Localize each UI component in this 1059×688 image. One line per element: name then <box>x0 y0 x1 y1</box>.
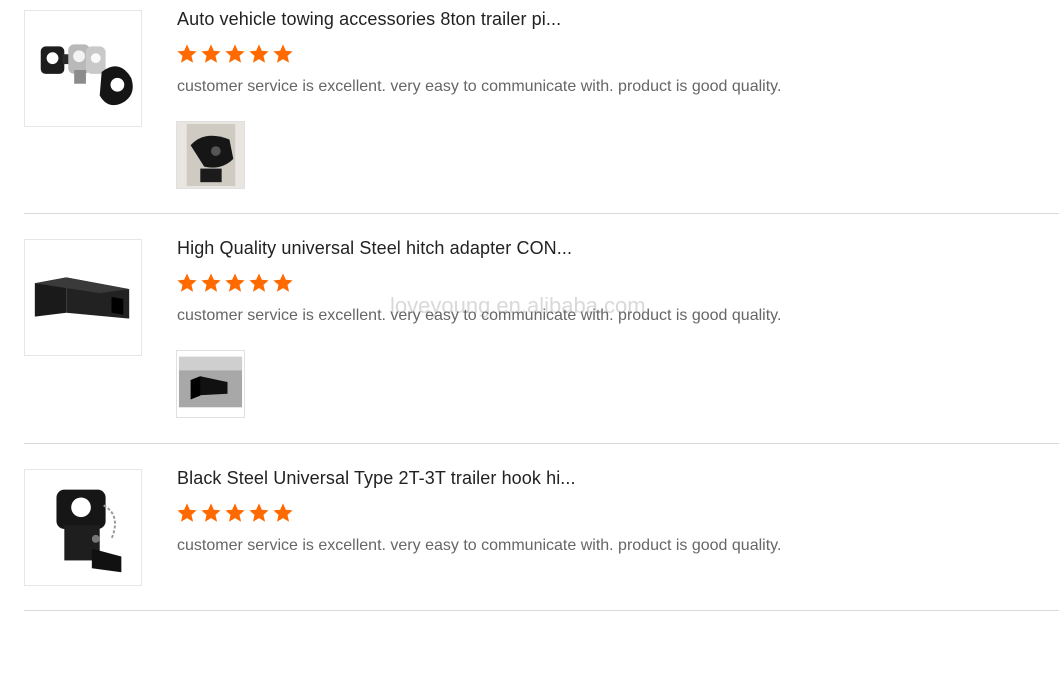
customer-photo-pintle-hook[interactable] <box>176 121 245 189</box>
review-product-title[interactable]: Auto vehicle towing accessories 8ton tra… <box>177 9 561 30</box>
star-icon <box>177 503 197 522</box>
star-icon <box>249 273 269 292</box>
rating-stars <box>176 43 294 65</box>
star-icon <box>201 44 221 63</box>
review-item-2: High Quality universal Steel hitch adapt… <box>0 229 1059 458</box>
trailer-hook-image <box>25 470 141 585</box>
review-comment: customer service is excellent. very easy… <box>177 78 782 95</box>
customer-photo-image <box>177 122 244 188</box>
hitch-adapter-image <box>25 240 141 355</box>
pintle-hook-set-image <box>25 11 141 126</box>
rating-stars <box>176 272 294 294</box>
review-product-title[interactable]: High Quality universal Steel hitch adapt… <box>177 238 572 259</box>
review-item-1: Auto vehicle towing accessories 8ton tra… <box>0 0 1059 229</box>
star-icon <box>225 44 245 63</box>
star-icon <box>177 44 197 63</box>
review-item-3: Black Steel Universal Type 2T-3T trailer… <box>0 459 1059 688</box>
star-icon <box>273 44 293 63</box>
star-icon <box>249 44 269 63</box>
review-product-title[interactable]: Black Steel Universal Type 2T-3T trailer… <box>177 468 576 489</box>
review-comment: customer service is excellent. very easy… <box>177 307 782 324</box>
review-divider <box>24 443 1059 444</box>
star-icon <box>273 503 293 522</box>
customer-photo-image <box>177 351 244 417</box>
star-icon <box>201 503 221 522</box>
review-divider <box>24 610 1059 611</box>
star-icon <box>177 273 197 292</box>
review-comment: customer service is excellent. very easy… <box>177 537 782 554</box>
star-icon <box>225 503 245 522</box>
product-thumbnail-hitch-adapter[interactable] <box>24 239 142 356</box>
product-thumbnail-pintle-hook[interactable] <box>24 10 142 127</box>
review-divider <box>24 213 1059 214</box>
star-icon <box>201 273 221 292</box>
star-icon <box>273 273 293 292</box>
rating-stars <box>176 502 294 524</box>
star-icon <box>249 503 269 522</box>
product-thumbnail-trailer-hook[interactable] <box>24 469 142 586</box>
star-icon <box>225 273 245 292</box>
customer-photo-hitch-adapter[interactable] <box>176 350 245 418</box>
